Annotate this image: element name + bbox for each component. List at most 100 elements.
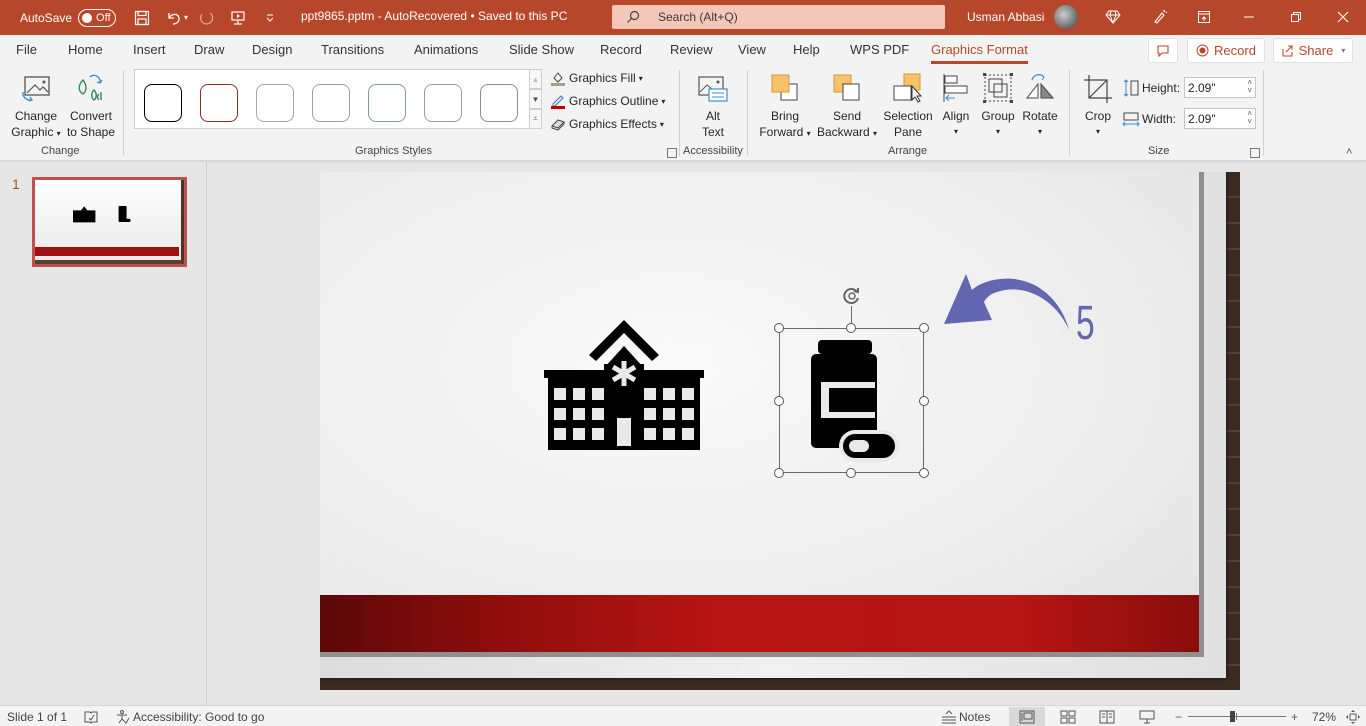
style-swatch-4[interactable] [312, 84, 350, 122]
zoom-in-button[interactable]: + [1291, 710, 1298, 724]
tab-design[interactable]: Design [252, 42, 292, 57]
group-button[interactable]: Group ▾ [977, 70, 1019, 140]
gallery-scroll-up[interactable]: ▲ [529, 69, 542, 89]
present-icon[interactable] [224, 4, 252, 32]
tab-draw[interactable]: Draw [194, 42, 224, 57]
resize-handle-s[interactable] [846, 468, 856, 478]
gallery-scroll-down[interactable]: ▼ [529, 89, 542, 109]
bring-forward-icon [771, 74, 798, 101]
search-icon [627, 10, 640, 23]
style-swatch-1[interactable] [144, 84, 182, 122]
width-input[interactable]: 2.09" ˄ ˅ [1184, 108, 1256, 129]
send-backward-label-2: Backward ▾ [817, 124, 877, 142]
accessibility-icon [117, 710, 130, 724]
bring-forward-button[interactable]: Bring Forward ▾ [755, 70, 815, 142]
designer-pen-icon[interactable] [1148, 5, 1172, 29]
minimize-icon[interactable] [1237, 5, 1261, 29]
resize-handle-w[interactable] [774, 396, 784, 406]
resize-handle-nw[interactable] [774, 323, 784, 333]
accessibility-status[interactable]: Accessibility: Good to go [116, 710, 264, 724]
tab-insert[interactable]: Insert [133, 42, 166, 57]
change-graphic-button[interactable]: Change Graphic ▾ [8, 70, 64, 142]
resize-handle-e[interactable] [919, 396, 929, 406]
style-swatch-2[interactable] [200, 84, 238, 122]
tab-help[interactable]: Help [793, 42, 820, 57]
tab-view[interactable]: View [738, 42, 766, 57]
tab-review[interactable]: Review [670, 42, 713, 57]
user-name[interactable]: Usman Abbasi [967, 10, 1044, 24]
gallery-more-button[interactable]: ⩡ [529, 109, 542, 129]
rotate-button[interactable]: Rotate ▾ [1019, 70, 1061, 140]
height-spinner[interactable]: ˄ ˅ [1247, 79, 1252, 95]
tab-home[interactable]: Home [68, 42, 103, 57]
width-row: Width: [1122, 110, 1176, 128]
search-input[interactable]: Search (Alt+Q) [612, 5, 945, 29]
slideshow-view-button[interactable] [1129, 707, 1165, 726]
style-swatch-7[interactable] [480, 84, 518, 122]
save-icon[interactable] [128, 4, 156, 32]
style-swatch-5[interactable] [368, 84, 406, 122]
zoom-out-button[interactable]: − [1175, 710, 1182, 724]
style-swatch-3[interactable] [256, 84, 294, 122]
slide-canvas[interactable]: 5 [320, 172, 1240, 690]
notes-button[interactable]: Notes [941, 710, 990, 724]
zoom-slider[interactable] [1188, 711, 1286, 722]
resize-handle-ne[interactable] [919, 323, 929, 333]
undo-dropdown-icon[interactable]: ▾ [184, 13, 188, 22]
ribbon-tabs: File Home Insert Draw Design Transitions… [0, 35, 1366, 64]
customize-qat-icon[interactable] [256, 4, 284, 32]
width-spinner[interactable]: ˄ ˅ [1247, 110, 1252, 126]
alt-text-label-1: Alt [705, 109, 720, 123]
fit-to-window-icon[interactable] [1346, 710, 1360, 724]
resize-handle-n[interactable] [846, 323, 856, 333]
tab-graphics-format[interactable]: Graphics Format [931, 42, 1028, 64]
group-icon [983, 73, 1013, 103]
tab-transitions[interactable]: Transitions [321, 42, 384, 57]
resize-handle-se[interactable] [919, 468, 929, 478]
zoom-level[interactable]: 72% [1312, 710, 1336, 724]
tab-slide-show[interactable]: Slide Show [509, 42, 574, 57]
accessibility-label: Accessibility: Good to go [133, 710, 265, 724]
autosave-toggle[interactable]: Off [78, 8, 117, 27]
tab-record[interactable]: Record [600, 42, 642, 57]
align-label: Align [942, 109, 970, 123]
convert-to-shape-button[interactable]: Convert to Shape [64, 70, 118, 140]
tab-animations[interactable]: Animations [414, 42, 478, 57]
zoom-slider-thumb[interactable] [1230, 711, 1236, 722]
width-icon [1122, 112, 1140, 127]
alt-text-button[interactable]: Alt Text [690, 70, 736, 140]
crop-button[interactable]: Crop ▾ [1080, 70, 1116, 140]
rotate-handle-icon[interactable] [841, 285, 863, 307]
slide-thumbnail[interactable] [32, 177, 187, 267]
crop-icon [1084, 75, 1112, 103]
graphics-outline-button[interactable]: Graphics Outline ▾ [550, 93, 665, 109]
premium-diamond-icon[interactable] [1101, 5, 1125, 29]
style-swatch-6[interactable] [424, 84, 462, 122]
tab-wps-pdf[interactable]: WPS PDF [850, 42, 909, 57]
arrange-group-label: Arrange [888, 145, 928, 157]
slide-sorter-button[interactable] [1050, 707, 1086, 726]
comments-button[interactable] [1148, 38, 1178, 63]
graphics-fill-button[interactable]: Graphics Fill ▾ [550, 70, 643, 86]
selection-pane-button[interactable]: Selection Pane [880, 70, 936, 140]
align-button[interactable]: Align ▾ [937, 70, 975, 140]
resize-handle-sw[interactable] [774, 468, 784, 478]
redo-icon[interactable] [192, 4, 220, 32]
graphics-effects-button[interactable]: Graphics Effects ▾ [550, 116, 664, 132]
tab-file[interactable]: File [16, 42, 37, 57]
ribbon-display-options-icon[interactable] [1192, 5, 1216, 29]
reading-view-button[interactable] [1089, 707, 1125, 726]
collapse-ribbon-icon[interactable]: ˄ [1346, 146, 1352, 158]
height-input[interactable]: 2.09" ˄ ˅ [1184, 77, 1256, 98]
spelling-check-icon[interactable] [84, 710, 98, 724]
share-button[interactable]: Share ▾ [1273, 38, 1353, 63]
send-backward-button[interactable]: Send Backward ▾ [815, 70, 879, 142]
normal-view-button[interactable] [1009, 707, 1045, 726]
graphics-styles-launcher[interactable] [667, 148, 677, 158]
size-launcher[interactable] [1250, 148, 1260, 158]
close-icon[interactable] [1331, 5, 1355, 29]
avatar[interactable] [1054, 5, 1078, 29]
record-button[interactable]: Record [1187, 38, 1265, 63]
hospital-icon[interactable] [544, 320, 704, 452]
restore-icon[interactable] [1284, 5, 1308, 29]
